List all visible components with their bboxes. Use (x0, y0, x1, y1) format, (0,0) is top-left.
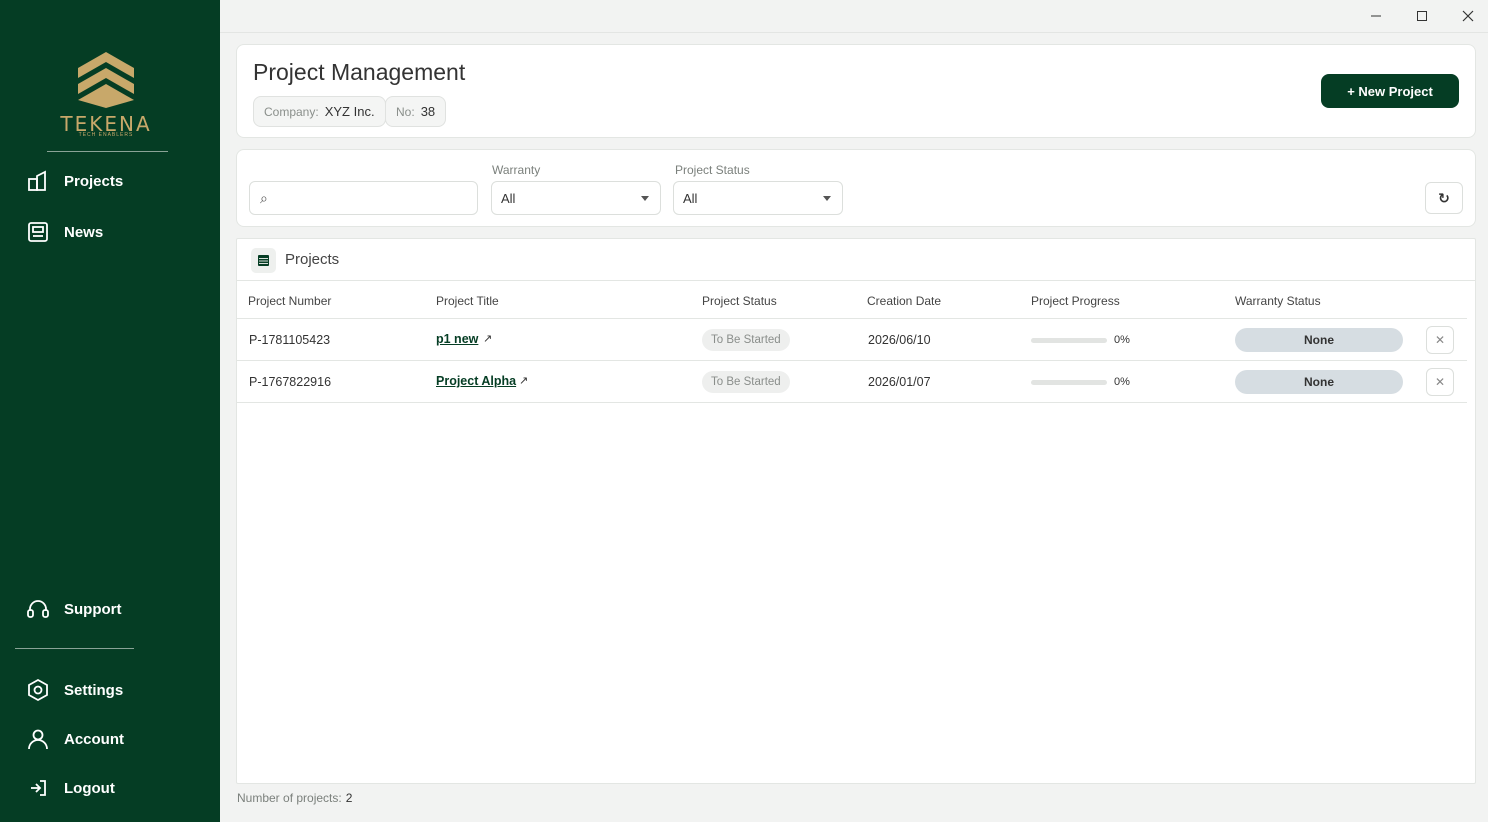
project-count-value: 2 (345, 791, 353, 805)
minimize-button[interactable] (1365, 6, 1387, 26)
tekena-logo: TEKENA TECH ENABLERS (58, 50, 154, 140)
progress-bar (1031, 338, 1107, 343)
col-warranty-status[interactable]: Warranty Status (1235, 294, 1321, 308)
warranty-badge: None (1235, 328, 1403, 352)
sidebar-item-support[interactable]: Support (26, 594, 122, 624)
close-icon: ✕ (1434, 333, 1446, 347)
sidebar-item-label: News (64, 223, 104, 241)
sidebar-item-settings[interactable]: Settings (26, 675, 123, 705)
warranty-select[interactable]: All (491, 181, 661, 215)
projects-icon (26, 169, 50, 193)
project-count: Number of projects: 2 (237, 791, 352, 805)
project-title-link[interactable]: p1 new (436, 332, 478, 346)
headset-icon (26, 597, 50, 621)
column-headers: Project Number Project Title Project Sta… (237, 281, 1467, 319)
sidebar-item-account[interactable]: Account (26, 724, 124, 754)
sidebar-item-label: Logout (64, 779, 115, 797)
project-number: P-1767822916 (249, 375, 332, 389)
refresh-button[interactable]: ↻ (1425, 182, 1463, 214)
status-select[interactable]: All (673, 181, 843, 215)
table-icon (251, 248, 276, 273)
search-box[interactable]: ⌕ (249, 181, 478, 215)
projects-table-card: Projects Project Number Project Title Pr… (236, 238, 1476, 784)
creation-date: 2026/01/07 (868, 375, 931, 389)
sidebar-item-label: Account (64, 730, 124, 748)
minimize-icon (1371, 15, 1381, 17)
new-project-button[interactable]: + New Project (1321, 74, 1459, 108)
close-button[interactable] (1457, 6, 1479, 26)
progress-bar (1031, 380, 1107, 385)
creation-date: 2026/06/10 (868, 333, 931, 347)
chevron-down-icon (823, 196, 831, 201)
table-row[interactable]: P-1767822916 Project Alpha ↗ To Be Start… (237, 361, 1467, 403)
company-value: XYZ Inc. (324, 104, 375, 119)
header-card: Project Management Company: XYZ Inc. No:… (236, 44, 1476, 138)
status-badge: To Be Started (702, 329, 790, 351)
logo-divider (47, 151, 168, 152)
sidebar-item-label: Projects (64, 172, 124, 190)
project-count-label: Number of projects: (237, 791, 342, 805)
col-project-title[interactable]: Project Title (436, 294, 499, 308)
number-chip: No: 38 (385, 96, 447, 127)
col-creation-date[interactable]: Creation Date (867, 294, 941, 308)
warranty-badge: None (1235, 370, 1403, 394)
sidebar-item-label: Support (64, 600, 122, 618)
maximize-button[interactable] (1411, 6, 1433, 26)
settings-icon (26, 678, 50, 702)
external-link-icon[interactable]: ↗ (483, 332, 492, 345)
logout-icon (26, 776, 50, 800)
delete-button[interactable]: ✕ (1426, 326, 1454, 354)
col-project-progress[interactable]: Project Progress (1031, 294, 1120, 308)
sidebar-divider (15, 648, 134, 649)
title-bar (220, 0, 1488, 33)
table-title: Projects (285, 251, 340, 268)
sidebar: TEKENA TECH ENABLERS Projects News Suppo… (0, 0, 220, 822)
number-value: 38 (420, 104, 436, 119)
table-row[interactable]: P-1781105423 p1 new ↗ To Be Started 2026… (237, 319, 1467, 361)
sidebar-item-logout[interactable]: Logout (26, 773, 115, 803)
status-badge: To Be Started (702, 371, 790, 393)
company-chip: Company: XYZ Inc. (253, 96, 386, 127)
project-title-link[interactable]: Project Alpha (436, 374, 516, 388)
status-filter-label: Project Status (675, 163, 750, 177)
maximize-icon (1417, 11, 1427, 21)
user-icon (26, 727, 50, 751)
progress-value: 0% (1114, 376, 1130, 388)
col-project-status[interactable]: Project Status (702, 294, 777, 308)
company-label: Company: (264, 104, 319, 119)
refresh-icon: ↻ (1438, 189, 1450, 206)
number-label: No: (396, 104, 415, 119)
close-icon (1462, 10, 1474, 22)
search-input[interactable] (278, 188, 468, 208)
external-link-icon[interactable]: ↗ (519, 374, 528, 387)
warranty-select-value: All (501, 190, 516, 206)
table-header: Projects (237, 239, 1475, 281)
warranty-filter-label: Warranty (492, 163, 541, 177)
search-icon: ⌕ (260, 190, 268, 206)
news-icon (26, 220, 50, 244)
delete-button[interactable]: ✕ (1426, 368, 1454, 396)
status-select-value: All (683, 190, 698, 206)
project-number: P-1781105423 (249, 333, 331, 347)
sidebar-item-news[interactable]: News (26, 217, 103, 247)
progress-value: 0% (1114, 334, 1130, 346)
chevron-down-icon (641, 196, 649, 201)
close-icon: ✕ (1434, 375, 1446, 389)
logo-subtitle: TECH ENABLERS (78, 132, 134, 138)
sidebar-item-projects[interactable]: Projects (26, 166, 123, 196)
sidebar-item-label: Settings (64, 681, 124, 699)
col-project-number[interactable]: Project Number (248, 294, 331, 308)
filter-card: ⌕ Warranty All Project Status All ↻ (236, 149, 1476, 227)
page-title: Project Management (253, 59, 466, 85)
logo-mark-icon (78, 52, 134, 108)
